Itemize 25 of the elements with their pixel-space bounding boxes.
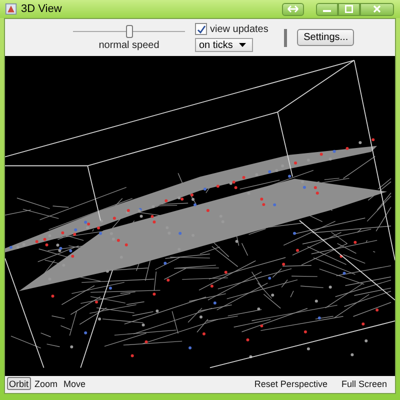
close-icon — [373, 5, 381, 13]
window-title: 3D View — [21, 3, 62, 15]
view-action-button[interactable]: Full Screen — [339, 377, 389, 390]
minimize-button[interactable] — [316, 2, 338, 16]
maximize-icon — [345, 5, 353, 13]
double-arrow-icon — [287, 5, 299, 13]
dropdown-value: on ticks — [199, 40, 233, 50]
settings-button[interactable]: Settings... — [297, 29, 354, 46]
slider-label: normal speed — [98, 40, 160, 50]
close-button[interactable] — [360, 2, 394, 16]
app-icon — [5, 3, 17, 15]
checkmark-icon — [196, 24, 206, 34]
checkbox-label: view updates — [210, 24, 268, 34]
dropdown-caret-icon — [239, 43, 246, 47]
view-updates-checkbox[interactable] — [195, 23, 207, 35]
maximize-button[interactable] — [338, 2, 360, 16]
toolbar-separator — [284, 28, 288, 46]
nav-mode-button[interactable]: Move — [62, 377, 88, 390]
update-mode-dropdown[interactable]: on ticks — [195, 38, 253, 52]
speed-slider[interactable] — [73, 24, 185, 36]
nav-mode-button[interactable]: Zoom — [32, 377, 60, 390]
nav-mode-button[interactable]: Orbit — [7, 377, 31, 390]
resize-button[interactable] — [282, 2, 304, 16]
slider-thumb[interactable] — [126, 24, 133, 38]
view-action-button[interactable]: Reset Perspective — [252, 377, 330, 390]
